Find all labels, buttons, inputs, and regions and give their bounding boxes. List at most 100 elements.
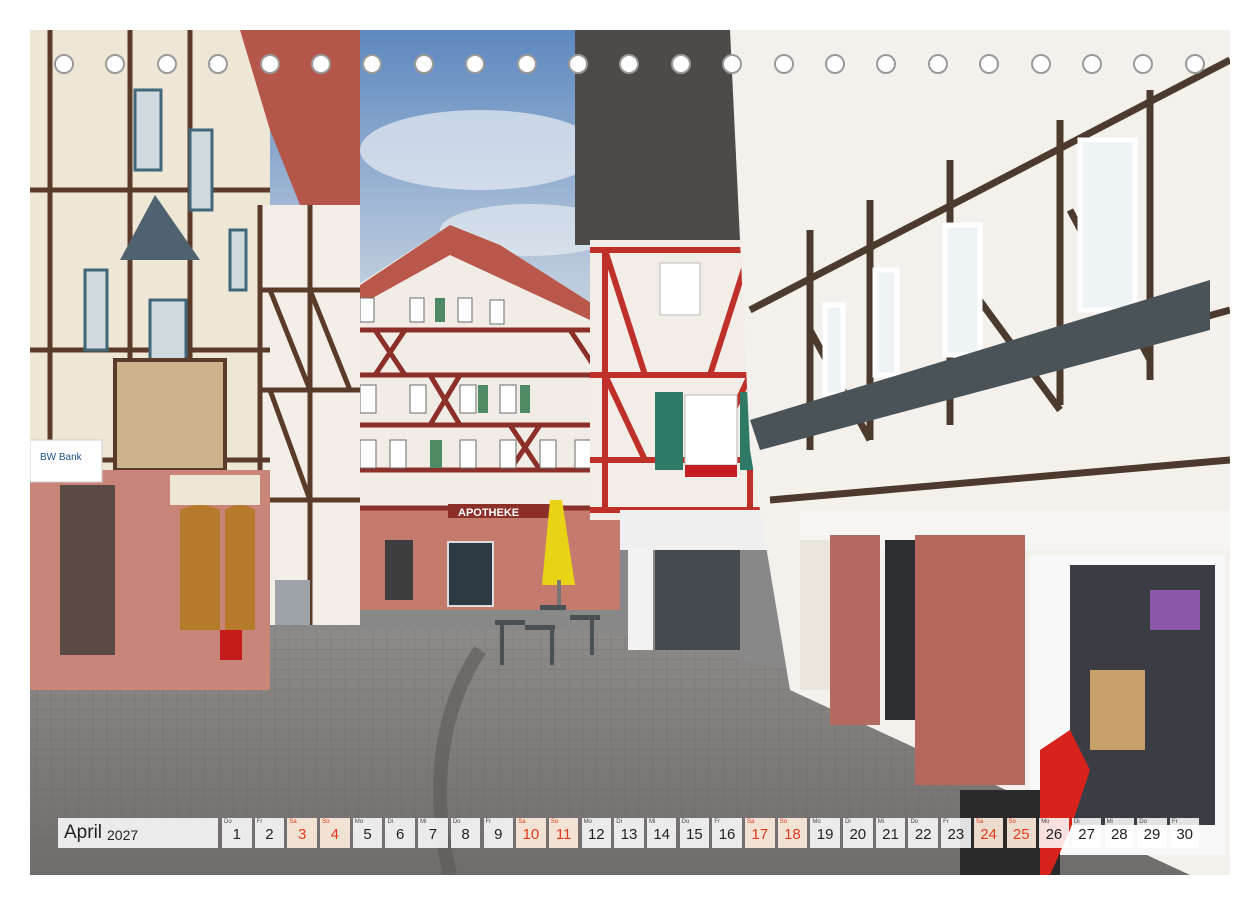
weekday-label: Mo <box>583 819 592 825</box>
calendar-day: Mo 19 <box>810 818 840 848</box>
binding-hole <box>876 54 897 74</box>
binding-hole <box>362 54 383 74</box>
weekday-label: Do <box>224 819 232 825</box>
binding-hole <box>259 54 280 74</box>
weekday-label: Do <box>910 819 919 825</box>
weekday-label: Mi <box>1106 819 1113 825</box>
weekday-label: Mi <box>420 819 427 825</box>
calendar-photo: APOTHEKE BW Bank <box>30 30 1230 875</box>
calendar-day: So 4 <box>320 818 350 848</box>
calendar-day: Mi 21 <box>875 818 906 848</box>
weekday-label: Sa <box>518 819 526 825</box>
binding-hole <box>1082 54 1102 74</box>
binding-hole <box>156 54 177 74</box>
weekday-label: Fr <box>256 819 263 825</box>
calendar-day: Fr 30 <box>1169 818 1200 848</box>
day-number: 8 <box>461 826 470 843</box>
calendar-day: So 18 <box>777 818 808 848</box>
calendar-day: Di 13 <box>614 818 644 848</box>
day-number: 12 <box>587 826 605 843</box>
weekday-label: So <box>1008 819 1016 825</box>
weekday-label: Fr <box>485 819 492 825</box>
day-number: 22 <box>914 826 932 843</box>
day-number: 11 <box>555 826 572 843</box>
calendar-day: Do 15 <box>679 818 710 848</box>
day-number: 5 <box>363 826 372 843</box>
day-number: 19 <box>816 826 834 843</box>
calendar-day: Sa 24 <box>973 818 1004 848</box>
street-scene: APOTHEKE BW Bank <box>30 30 1230 875</box>
calendar-day: Sa 17 <box>745 818 775 848</box>
calendar-day: Di 27 <box>1071 818 1102 848</box>
apotheke-sign: APOTHEKE <box>458 507 519 519</box>
day-number: 24 <box>980 826 997 843</box>
calendar-day: Sa 10 <box>516 818 546 848</box>
day-number: 14 <box>653 826 671 843</box>
calendar-day: Sa 3 <box>287 818 317 848</box>
weekday-label: So <box>550 819 559 825</box>
weekday-label: Di <box>387 819 394 825</box>
binding-hole <box>619 54 640 74</box>
binding-holes <box>0 54 1260 80</box>
binding-hole <box>516 54 537 74</box>
day-number: 25 <box>1012 826 1030 843</box>
weekday-label: Sa <box>289 819 297 825</box>
day-number: 20 <box>849 826 867 843</box>
weekday-label: Mi <box>648 819 656 825</box>
binding-hole <box>825 54 845 74</box>
day-number: 2 <box>265 826 274 843</box>
binding-hole <box>208 54 229 74</box>
day-number: 1 <box>232 826 241 843</box>
calendar-day: Di 20 <box>843 818 873 848</box>
calendar-day: Mi 14 <box>646 818 677 848</box>
calendar-day: Mi 28 <box>1104 818 1135 848</box>
day-number: 18 <box>784 826 801 843</box>
day-number: 21 <box>882 826 899 843</box>
weekday-label: So <box>322 819 330 825</box>
day-number: 7 <box>428 826 438 843</box>
binding-hole <box>773 54 794 74</box>
day-number: 4 <box>330 826 339 843</box>
binding-hole <box>568 54 588 74</box>
svg-text:BW Bank: BW Bank <box>40 452 83 463</box>
day-number: 16 <box>718 826 736 843</box>
calendar-day: Mi 7 <box>418 818 448 848</box>
weekday-label: Di <box>845 819 851 825</box>
binding-hole <box>670 54 691 74</box>
binding-hole <box>465 54 486 74</box>
calendar-day: Mo 5 <box>352 818 383 848</box>
left-building: BW Bank <box>30 30 360 690</box>
calendar-day: Fr 23 <box>941 818 971 848</box>
weekday-label: Sa <box>975 819 984 825</box>
binding-hole <box>1184 54 1205 74</box>
weekday-label: Sa <box>747 819 755 825</box>
binding-hole <box>722 54 743 74</box>
month-year: 2027 <box>107 826 139 843</box>
calendar-day: So 25 <box>1006 818 1036 848</box>
weekday-label: Mo <box>354 819 364 825</box>
day-number: 27 <box>1078 826 1095 843</box>
weekday-label: Mo <box>1041 819 1050 825</box>
calendar-day: Mo 12 <box>581 818 612 848</box>
calendar-day: So 11 <box>548 818 579 848</box>
day-number: 30 <box>1176 826 1194 843</box>
weekday-label: Fr <box>943 819 949 825</box>
weekday-label: Do <box>1139 819 1147 825</box>
day-number: 29 <box>1143 826 1161 843</box>
day-number: 23 <box>947 826 965 843</box>
calendar-day: Do 1 <box>222 818 252 848</box>
calendar-day: Do 22 <box>908 818 938 848</box>
day-number: 13 <box>620 826 638 843</box>
weekday-label: Fr <box>1171 819 1178 825</box>
month-name: April <box>64 822 103 843</box>
day-number: 26 <box>1045 826 1063 843</box>
month-label: April 2027 <box>58 818 218 848</box>
calendar-day: Fr 2 <box>254 818 285 848</box>
calendar-strip: April 2027 Do 1 Fr 2 Sa 3 So 4 Mo 5 Di 6 Mi 7 Do 8 Fr 9 Sa… <box>58 818 1203 848</box>
calendar-day: Do 8 <box>450 818 481 848</box>
day-number: 15 <box>686 826 703 843</box>
day-number: 9 <box>494 826 503 843</box>
binding-hole <box>413 54 434 74</box>
calendar-day: Di 6 <box>385 818 415 848</box>
weekday-label: Do <box>681 819 690 825</box>
